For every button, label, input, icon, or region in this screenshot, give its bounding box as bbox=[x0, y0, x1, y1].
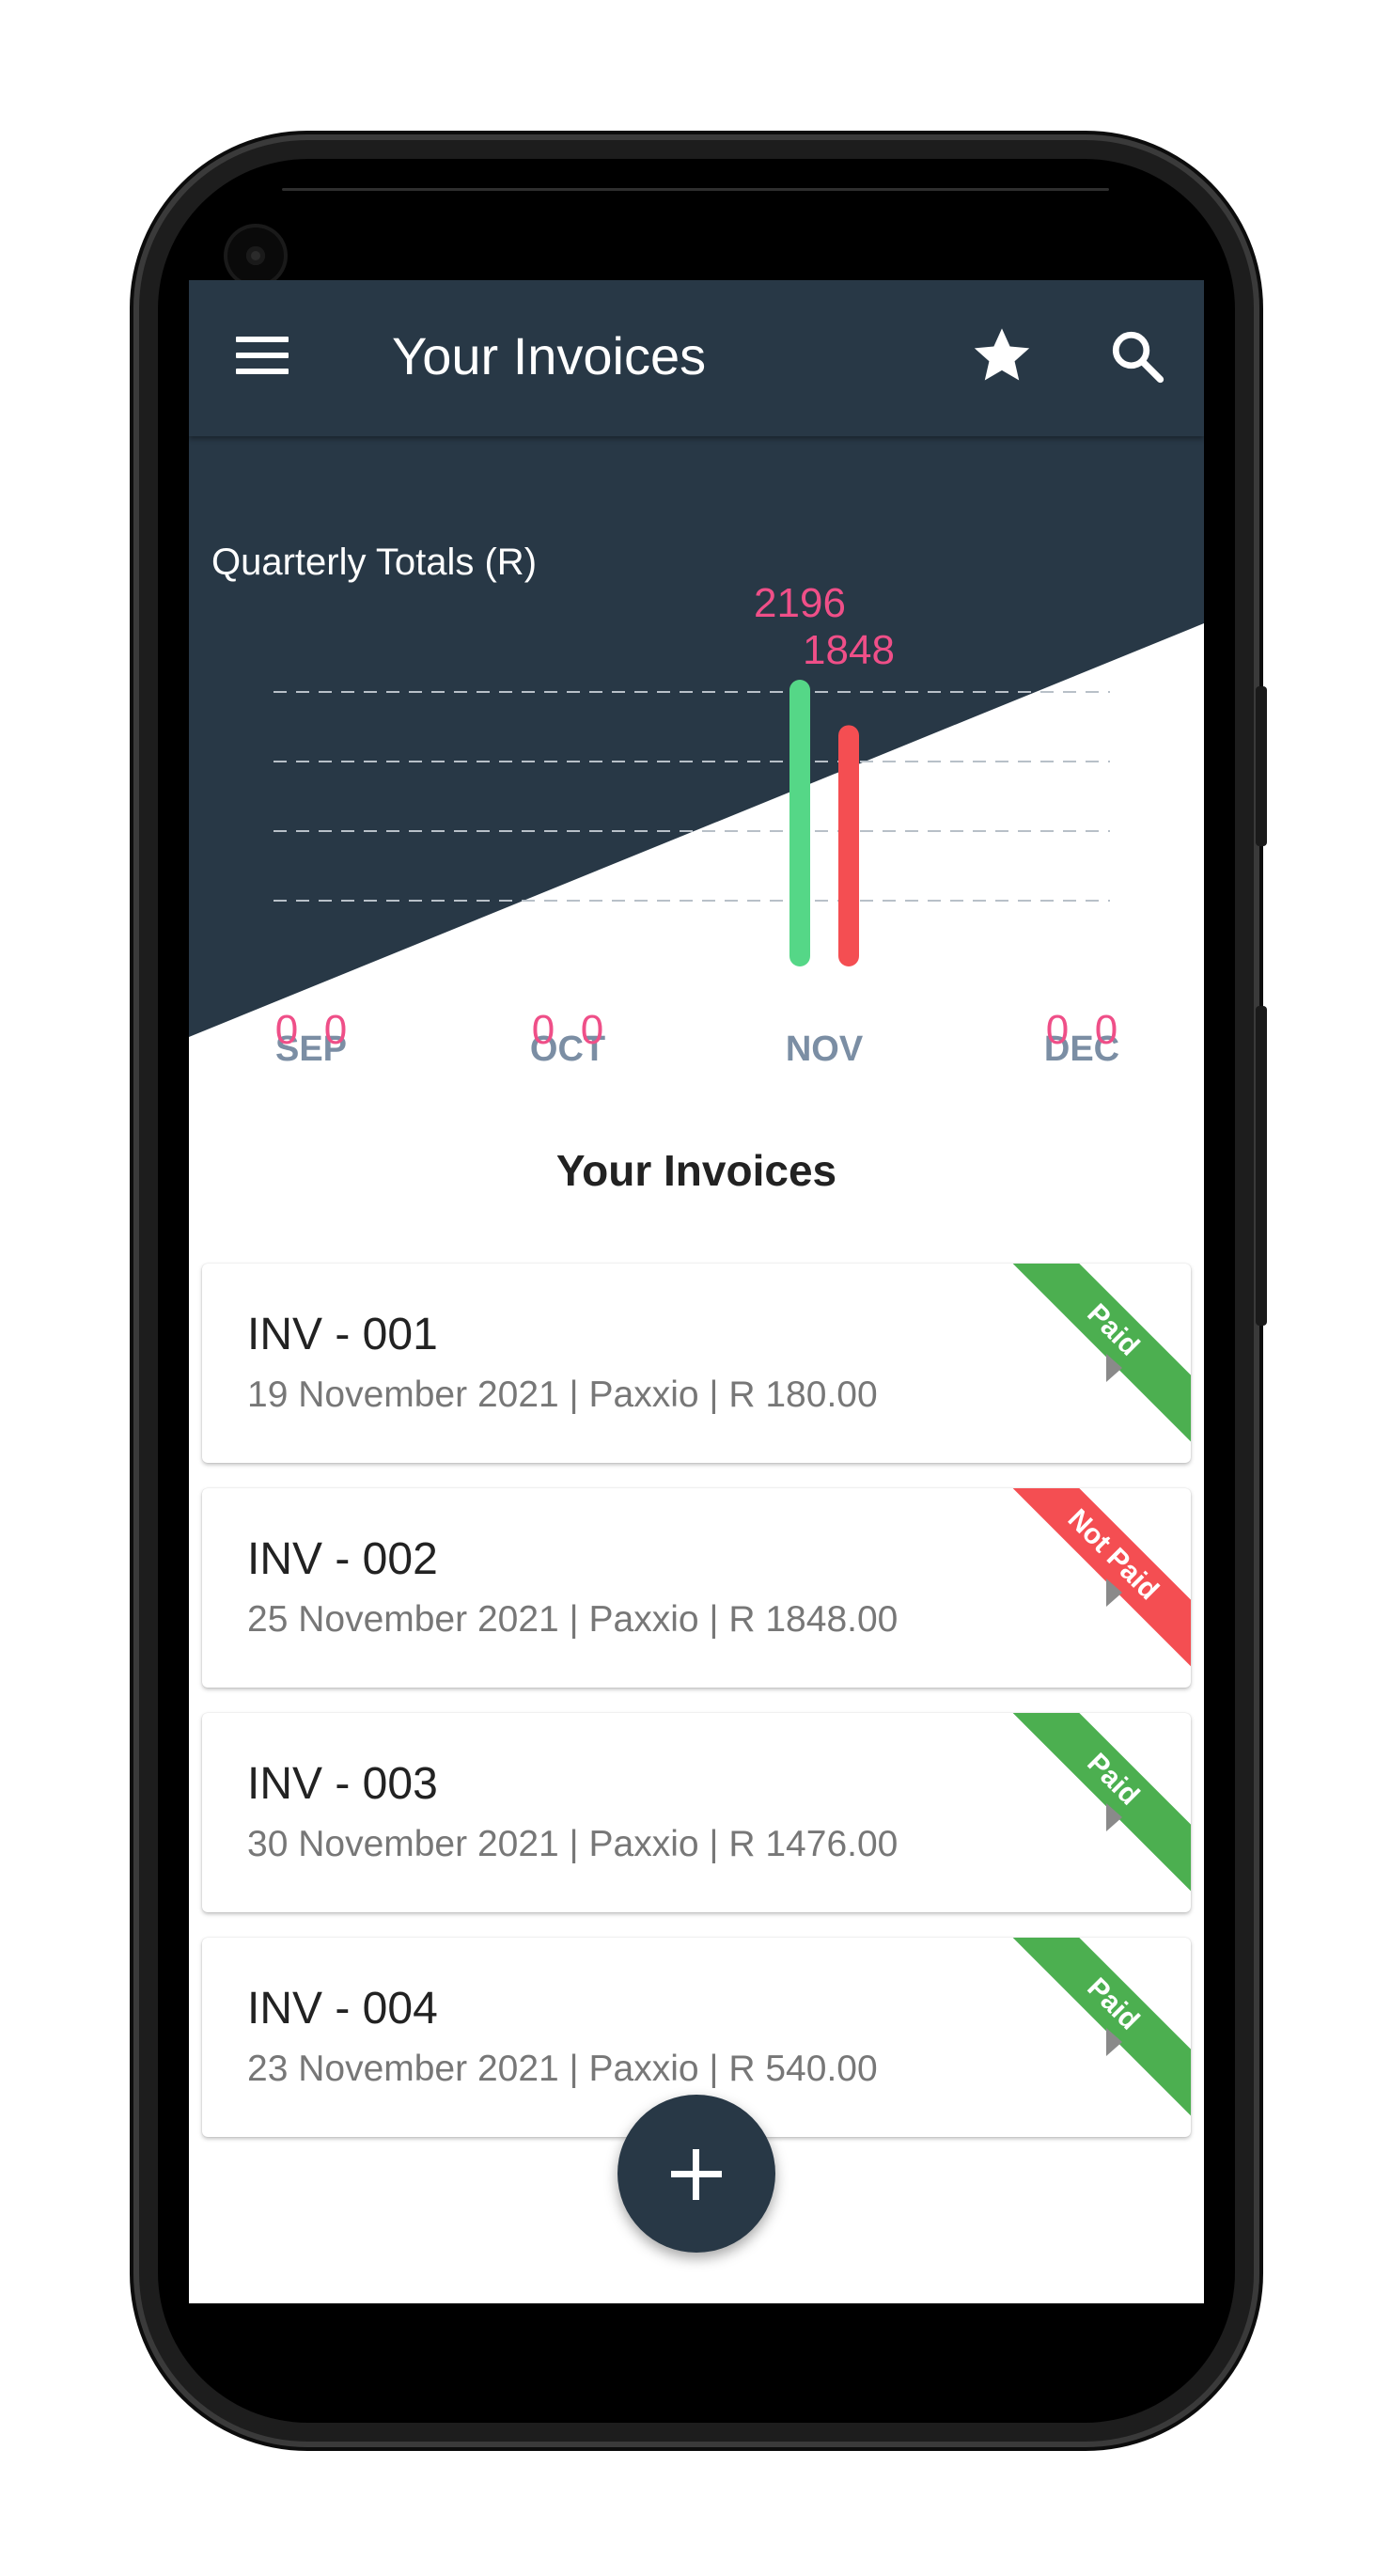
invoice-card[interactable]: INV - 001 19 November 2021 | Paxxio | R 1… bbox=[202, 1264, 1191, 1463]
chart-value-label: 0 bbox=[324, 1007, 347, 1053]
status-ribbon: Not Paid bbox=[999, 1488, 1191, 1669]
chart-bar bbox=[789, 680, 810, 966]
section-title: Your Invoices bbox=[555, 1146, 837, 1195]
chart-value-label: 0 bbox=[1095, 1007, 1117, 1053]
play-arrow-icon bbox=[1106, 1803, 1122, 1831]
play-arrow-icon bbox=[1106, 1354, 1122, 1382]
invoice-details: 23 November 2021 | Paxxio | R 540.00 bbox=[247, 2049, 878, 2089]
search-icon[interactable] bbox=[1108, 327, 1166, 385]
invoice-details: 25 November 2021 | Paxxio | R 1848.00 bbox=[247, 1599, 899, 1640]
camera-icon bbox=[227, 228, 284, 284]
chart-value-label: 0 bbox=[581, 1007, 603, 1053]
status-ribbon: Paid bbox=[999, 1938, 1191, 2118]
add-invoice-button[interactable] bbox=[617, 2095, 775, 2253]
chart-value-label: 0 bbox=[275, 1007, 298, 1053]
chart-value-label: 1848 bbox=[803, 627, 895, 673]
play-arrow-icon bbox=[1106, 1579, 1122, 1607]
status-ribbon: Paid bbox=[999, 1713, 1191, 1893]
invoice-details: 19 November 2021 | Paxxio | R 180.00 bbox=[247, 1374, 878, 1415]
chart-bar bbox=[838, 725, 859, 966]
play-arrow-icon bbox=[1106, 2028, 1122, 2056]
invoice-number: INV - 001 bbox=[247, 1310, 438, 1359]
star-icon[interactable] bbox=[969, 322, 1035, 388]
invoice-number: INV - 004 bbox=[247, 1984, 438, 2034]
volume-button bbox=[1256, 1006, 1267, 1326]
invoice-number: INV - 002 bbox=[247, 1534, 438, 1584]
power-button bbox=[1256, 686, 1267, 846]
plus-icon-stem bbox=[693, 2149, 699, 2200]
status-ribbon: Paid bbox=[999, 1264, 1191, 1444]
page-title: Your Invoices bbox=[392, 326, 707, 385]
chart-value-label: 0 bbox=[532, 1007, 555, 1053]
invoice-card[interactable]: INV - 002 25 November 2021 | Paxxio | R 1… bbox=[202, 1488, 1191, 1688]
speaker-grille bbox=[282, 188, 1109, 191]
app-screen: Your Invoices Quarterly Totals (R) SEP 0 0… bbox=[189, 280, 1204, 2303]
chart-value-label: 0 bbox=[1046, 1007, 1069, 1053]
invoice-card[interactable]: INV - 003 30 November 2021 | Paxxio | R 1… bbox=[202, 1713, 1191, 1912]
chart-value-label: 2196 bbox=[754, 580, 846, 626]
invoice-number: INV - 003 bbox=[247, 1759, 438, 1809]
invoice-details: 30 November 2021 | Paxxio | R 1476.00 bbox=[247, 1824, 899, 1864]
menu-icon[interactable] bbox=[236, 337, 289, 380]
app-bar: Your Invoices bbox=[189, 280, 1204, 436]
chart-category-label: NOV bbox=[786, 1029, 864, 1069]
